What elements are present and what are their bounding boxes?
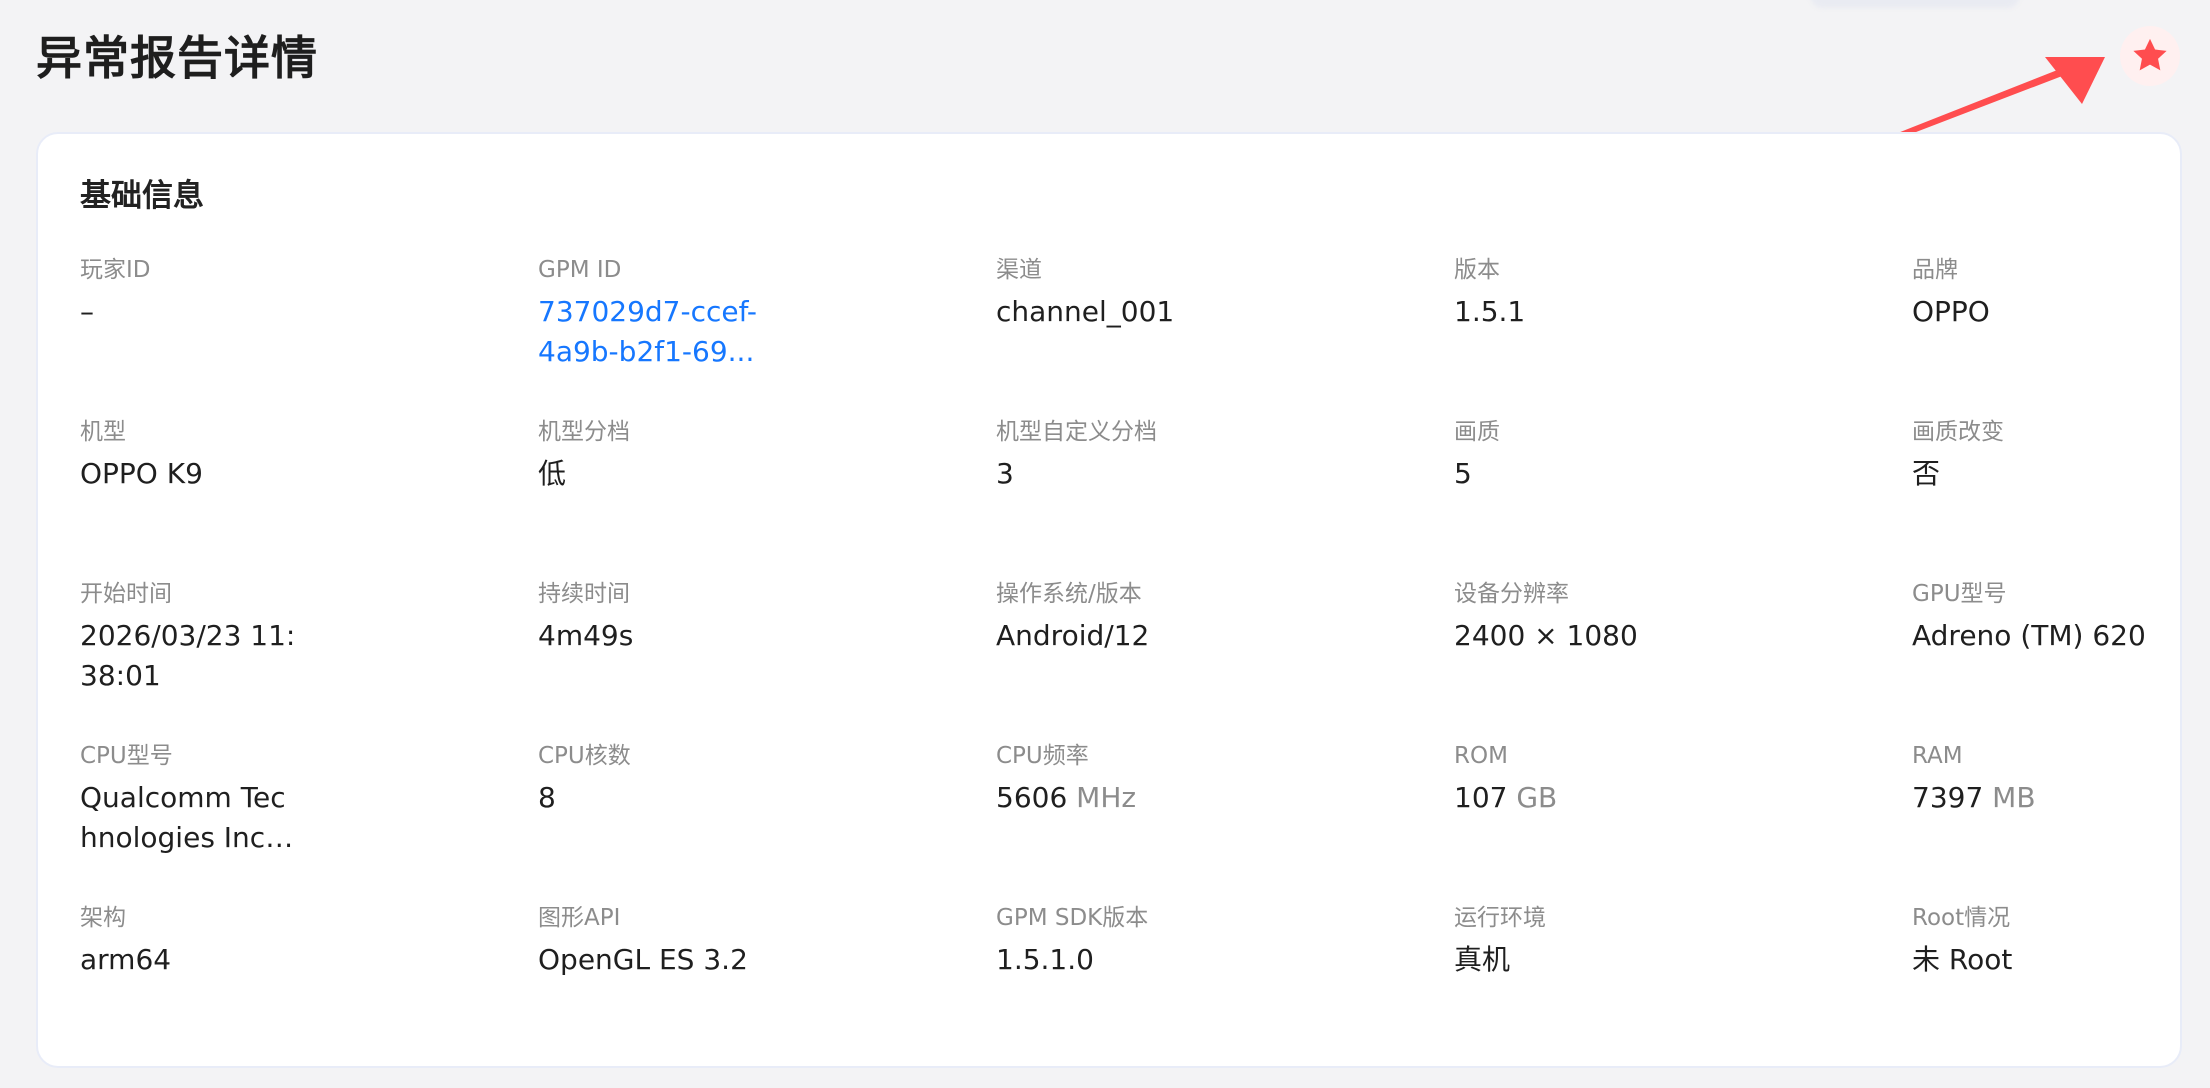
page-title: 异常报告详情 <box>36 31 318 85</box>
star-icon <box>2133 38 2167 71</box>
value-number: 5606 <box>996 781 1068 814</box>
field-model-tier: 机型分档 低 <box>538 416 996 578</box>
field-value-with-unit: 107 GB <box>1454 778 1689 818</box>
field-value: Adreno (TM) 620 <box>1912 619 2146 652</box>
field-gpm-id: GPM ID 737029d7-ccef-4a9b-b2f1-69... <box>538 254 996 416</box>
field-value: 1.5.1 <box>1454 295 1526 328</box>
field-value: 8 <box>538 781 556 814</box>
field-brand: 品牌 OPPO <box>1912 254 2210 416</box>
field-value: 2400 × 1080 <box>1454 619 1638 652</box>
gpm-id-link[interactable]: 737029d7-ccef-4a9b-b2f1-69... <box>538 292 760 372</box>
field-cpu-frequency: CPU频率 5606 MHz <box>996 740 1454 902</box>
field-quality-changed: 画质改变 否 <box>1912 416 2210 578</box>
value-unit: MB <box>1992 781 2036 814</box>
field-value-with-unit: 5606 MHz <box>996 778 1231 818</box>
field-cpu-cores: CPU核数 8 <box>538 740 996 902</box>
field-gpu-model: GPU型号 Adreno (TM) 620 <box>1912 578 2210 740</box>
field-value: 4m49s <box>538 619 634 652</box>
field-value: 低 <box>538 457 567 490</box>
field-root-status: Root情况 未 Root <box>1912 902 2210 1064</box>
field-value: 5 <box>1454 457 1472 490</box>
field-custom-model-tier: 机型自定义分档 3 <box>996 416 1454 578</box>
value-number: 7397 <box>1912 781 1984 814</box>
field-value: 真机 <box>1454 943 1511 976</box>
basic-info-card: 基础信息 玩家ID – GPM ID 737029d7-ccef-4a9b-b2… <box>36 132 2182 1068</box>
annotation-arrow <box>1885 57 2105 142</box>
field-value: OpenGL ES 3.2 <box>538 943 748 976</box>
field-architecture: 架构 arm64 <box>80 902 538 1064</box>
field-runtime-environment: 运行环境 真机 <box>1454 902 1912 1064</box>
field-value: Qualcomm Technologies Inc S... <box>80 781 286 854</box>
field-value: Android/12 <box>996 619 1150 652</box>
field-value: 2026/03/23 11:38:01 <box>80 619 296 692</box>
field-version: 版本 1.5.1 <box>1454 254 1912 416</box>
top-decoration <box>1810 0 2020 8</box>
field-gpm-sdk-version: GPM SDK版本 1.5.1.0 <box>996 902 1454 1064</box>
value-unit: GB <box>1516 781 1558 814</box>
field-rom: ROM 107 GB <box>1454 740 1912 902</box>
field-value: 3 <box>996 457 1014 490</box>
value-unit: MHz <box>1076 781 1137 814</box>
field-value: arm64 <box>80 943 172 976</box>
field-value: OPPO K9 <box>80 457 203 490</box>
value-number: 107 <box>1454 781 1508 814</box>
field-start-time: 开始时间 2026/03/23 11:38:01 <box>80 578 538 740</box>
field-ram: RAM 7397 MB <box>1912 740 2210 902</box>
field-resolution: 设备分辨率 2400 × 1080 <box>1454 578 1912 740</box>
field-value: channel_001 <box>996 295 1175 328</box>
field-value: OPPO <box>1912 295 1990 328</box>
field-player-id: 玩家ID – <box>80 254 538 416</box>
field-model: 机型 OPPO K9 <box>80 416 538 578</box>
field-value: – <box>80 295 94 328</box>
field-cpu-model: CPU型号 Qualcomm Technologies Inc S... <box>80 740 538 902</box>
basic-info-grid: 玩家ID – GPM ID 737029d7-ccef-4a9b-b2f1-69… <box>80 254 2170 1064</box>
field-os-version: 操作系统/版本 Android/12 <box>996 578 1454 740</box>
field-value: 1.5.1.0 <box>996 943 1094 976</box>
favorite-button[interactable] <box>2120 26 2180 86</box>
field-duration: 持续时间 4m49s <box>538 578 996 740</box>
field-graphics-api: 图形API OpenGL ES 3.2 <box>538 902 996 1064</box>
field-quality: 画质 5 <box>1454 416 1912 578</box>
field-value: 否 <box>1912 457 1941 490</box>
field-value: 未 Root <box>1912 943 2013 976</box>
basic-info-title: 基础信息 <box>80 178 204 214</box>
field-channel: 渠道 channel_001 <box>996 254 1454 416</box>
field-value-with-unit: 7397 MB <box>1912 778 2147 818</box>
